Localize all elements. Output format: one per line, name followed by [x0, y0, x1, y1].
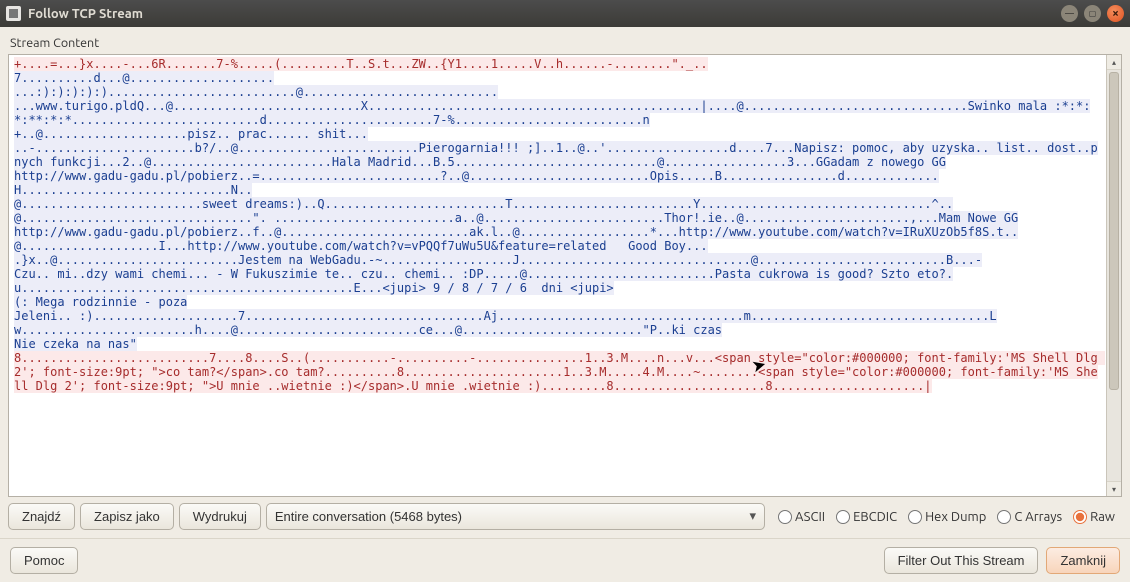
scroll-down-arrow[interactable]: ▾ — [1107, 481, 1121, 496]
maximize-button[interactable] — [1084, 5, 1101, 22]
toolbar-row: Znajdź Zapisz jako Wydrukuj Entire conve… — [8, 503, 1122, 530]
radio-hexdump[interactable]: Hex Dump — [908, 510, 986, 524]
dialog-body: Stream Content +....=...}x....-...6R....… — [0, 27, 1130, 538]
close-button[interactable]: Zamknij — [1046, 547, 1120, 574]
radio-carrays-input[interactable] — [997, 510, 1011, 524]
help-button[interactable]: Pomoc — [10, 547, 78, 574]
stream-content-box: +....=...}x....-...6R.......7-%.....(...… — [8, 54, 1122, 497]
radio-ebcdic[interactable]: EBCDIC — [836, 510, 897, 524]
format-radio-group: ASCII EBCDIC Hex Dump C Arrays Raw — [778, 510, 1122, 524]
radio-raw[interactable]: Raw — [1073, 510, 1115, 524]
close-window-button[interactable] — [1107, 5, 1124, 22]
app-icon — [6, 6, 21, 21]
radio-ascii[interactable]: ASCII — [778, 510, 825, 524]
window-controls — [1061, 5, 1124, 22]
conversation-combo-wrap: Entire conversation (5468 bytes) — [266, 503, 765, 530]
titlebar: Follow TCP Stream — [0, 0, 1130, 27]
conversation-select[interactable]: Entire conversation (5468 bytes) — [266, 503, 765, 530]
scroll-up-arrow[interactable]: ▴ — [1107, 55, 1121, 70]
dialog-footer: Pomoc Filter Out This Stream Zamknij — [0, 538, 1130, 582]
stream-group-label: Stream Content — [10, 36, 1122, 50]
filter-out-button[interactable]: Filter Out This Stream — [884, 547, 1039, 574]
stream-text[interactable]: +....=...}x....-...6R.......7-%.....(...… — [9, 55, 1106, 496]
window-title: Follow TCP Stream — [28, 7, 1061, 21]
radio-hexdump-input[interactable] — [908, 510, 922, 524]
print-button[interactable]: Wydrukuj — [179, 503, 261, 530]
radio-ebcdic-input[interactable] — [836, 510, 850, 524]
radio-raw-input[interactable] — [1073, 510, 1087, 524]
minimize-button[interactable] — [1061, 5, 1078, 22]
scroll-thumb[interactable] — [1109, 72, 1119, 390]
save-as-button[interactable]: Zapisz jako — [80, 503, 174, 530]
scrollbar[interactable]: ▴ ▾ — [1106, 55, 1121, 496]
radio-carrays[interactable]: C Arrays — [997, 510, 1062, 524]
find-button[interactable]: Znajdź — [8, 503, 75, 530]
radio-ascii-input[interactable] — [778, 510, 792, 524]
